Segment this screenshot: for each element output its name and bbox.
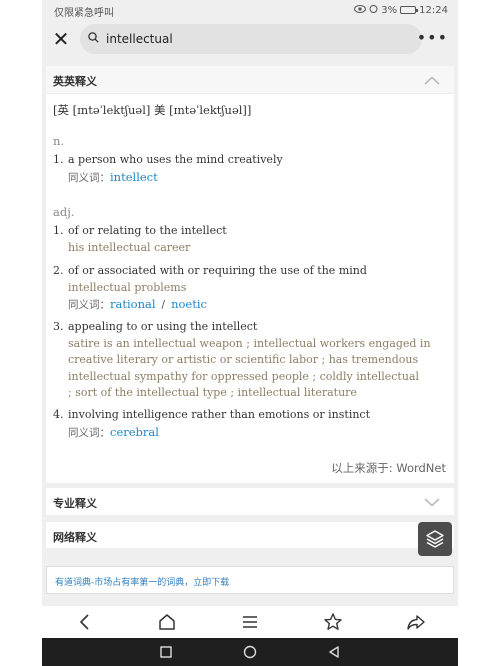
download-banner[interactable]: 有道词典-市场占有率第一的词典，立即下载: [46, 566, 454, 594]
more-icon[interactable]: •••: [417, 30, 448, 46]
search-bar: ✕ intellectual •••: [42, 22, 458, 58]
definition-item: 1. a person who uses the mind creatively…: [53, 152, 449, 186]
web-definitions-card[interactable]: 网络释义: [46, 522, 454, 548]
banner-text[interactable]: 有道词典-市场占有率第一的词典，立即下载: [55, 575, 229, 588]
definition-number: 4.: [53, 408, 64, 421]
example-line: ; sort of the intellectual type ; intell…: [68, 386, 357, 399]
synonyms-row: 同义词：cerebral: [68, 424, 449, 442]
system-nav-bar: [42, 638, 458, 666]
clock: 12:24: [419, 4, 448, 16]
star-icon[interactable]: [323, 612, 343, 632]
definition-item: 1. of or relating to the intellect his i…: [53, 223, 449, 256]
example-line: satire is an intellectual weapon ; intel…: [68, 336, 431, 350]
eye-icon: [354, 4, 367, 16]
status-bar: 仅限紧急呼叫 3% 12:24: [42, 0, 458, 22]
definition-number: 3.: [53, 320, 64, 333]
section-title: 网络释义: [53, 531, 97, 544]
english-definitions-card: 英英释义 [英 [ɪntəˈlektʃuəl] 美 [ɪntəˈlektʃuəl…: [46, 66, 454, 483]
alarm-icon: [369, 4, 378, 16]
definition-text: of or relating to the intellect: [68, 224, 227, 237]
chevron-down-icon[interactable]: [424, 498, 440, 507]
definition-number: 1.: [53, 153, 64, 166]
dictionary-app: ✕ intellectual ••• 英英释义 [英 [ɪntəˈlektʃuə…: [42, 22, 458, 606]
example-line: intellectual sympathy for oppressed peop…: [68, 369, 420, 383]
definition-number: 2.: [53, 264, 64, 277]
synonym-link[interactable]: rational: [110, 297, 156, 311]
professional-definitions-card[interactable]: 专业释义: [46, 488, 454, 515]
definition-number: 1.: [53, 224, 64, 237]
search-input[interactable]: intellectual: [80, 24, 422, 54]
definition-item: 2. of or associated with or requiring th…: [53, 263, 449, 314]
section-header-web[interactable]: 网络释义: [46, 522, 454, 548]
synonym-link[interactable]: cerebral: [110, 425, 159, 439]
back-nav-icon[interactable]: [326, 644, 342, 660]
example-line: creative literary or artistic or scienti…: [68, 353, 419, 366]
home-nav-icon[interactable]: [242, 644, 258, 660]
layers-icon: [426, 530, 444, 548]
definition-item: 3. appealing to or using the intellect s…: [53, 319, 449, 402]
status-right: 3% 12:24: [354, 4, 448, 16]
layers-button[interactable]: [418, 522, 452, 556]
definition-text: involving intelligence rather than emoti…: [68, 408, 371, 421]
search-query: intellectual: [106, 32, 173, 46]
chevron-up-icon[interactable]: [424, 76, 440, 85]
definition-text: appealing to or using the intellect: [68, 320, 258, 333]
synonym-separator: /: [161, 299, 166, 311]
synonyms-row: 同义词：rational / noetic: [68, 296, 449, 314]
section-title: 专业释义: [53, 497, 97, 510]
source-attribution: 以上来源于: WordNet: [331, 461, 446, 475]
section-title: 英英释义: [53, 75, 97, 88]
synonym-link[interactable]: intellect: [110, 170, 158, 184]
pronunciation: [英 [ɪntəˈlektʃuəl] 美 [ɪntəˈlektʃuəl]]: [53, 103, 252, 117]
synonyms-row: 同义词：intellect: [68, 169, 449, 187]
synonym-link[interactable]: noetic: [171, 297, 207, 311]
menu-icon[interactable]: [240, 612, 260, 632]
home-icon[interactable]: [157, 612, 177, 632]
recents-icon[interactable]: [158, 644, 174, 660]
pos-noun: n.: [53, 134, 65, 148]
section-header-english[interactable]: 英英释义: [46, 66, 454, 94]
definition-text: of or associated with or requiring the u…: [68, 264, 367, 277]
example-text: his intellectual career: [68, 240, 191, 254]
close-icon[interactable]: ✕: [50, 28, 72, 50]
carrier-text: 仅限紧急呼叫: [54, 8, 114, 19]
search-icon: [88, 32, 99, 43]
synonym-label: 同义词：: [68, 171, 110, 184]
synonym-label: 同义词：: [68, 426, 110, 439]
example-text: intellectual problems: [68, 280, 187, 294]
section-header-professional[interactable]: 专业释义: [46, 488, 454, 515]
back-icon[interactable]: [75, 612, 95, 632]
definition-text: a person who uses the mind creatively: [68, 153, 283, 166]
share-icon[interactable]: [406, 612, 426, 632]
battery-percent: 3%: [381, 4, 398, 16]
definition-item: 4. involving intelligence rather than em…: [53, 407, 449, 441]
browser-toolbar: [42, 606, 458, 638]
pos-adjective: adj.: [53, 205, 75, 219]
battery-icon: [400, 6, 419, 14]
synonym-label: 同义词：: [68, 299, 110, 311]
